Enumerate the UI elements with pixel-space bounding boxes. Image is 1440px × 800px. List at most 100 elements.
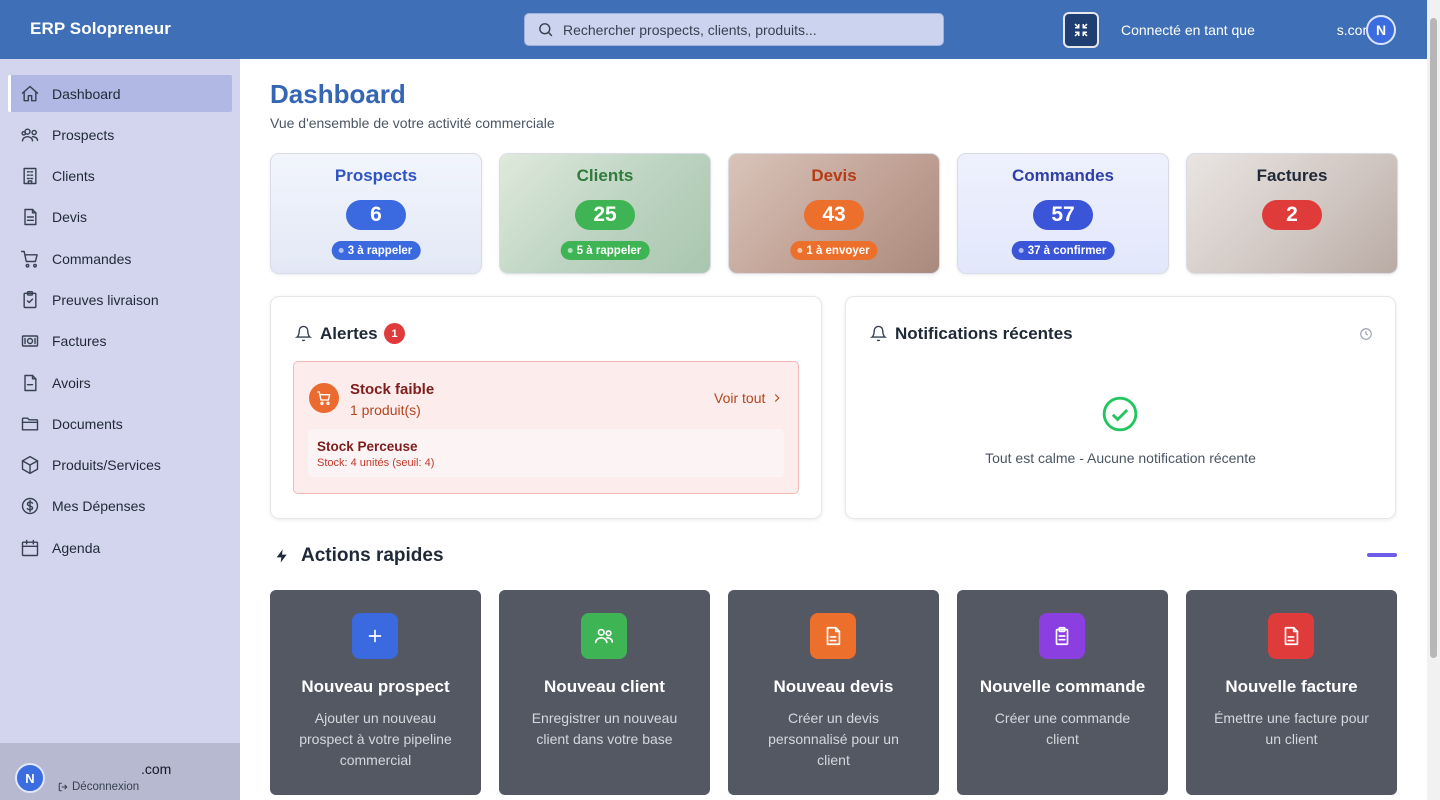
search-box[interactable] <box>524 13 944 46</box>
file-minus-icon <box>24 374 37 391</box>
sidebar: Dashboard Prospects Clients Devis Commandes P… <box>0 59 240 800</box>
search-icon <box>539 23 553 37</box>
sidebar-item-label: Mes Dépenses <box>52 498 146 515</box>
quick-actions-accent <box>1367 553 1397 557</box>
plus-icon <box>352 613 398 659</box>
stat-label: Commandes <box>1011 166 1115 185</box>
stat-label: Factures <box>1256 166 1328 185</box>
alerts-count-badge: 1 <box>384 323 405 344</box>
stat-card-commandes[interactable]: Commandes 57 37 à confirmer <box>957 153 1169 274</box>
alert-detail: Stock Perceuse Stock: 4 unités (seuil: 4… <box>308 429 784 477</box>
minimize-icon <box>1074 23 1088 37</box>
sidebar-item-label: Preuves livraison <box>52 291 159 308</box>
sidebar-item-label: Devis <box>52 209 88 226</box>
quick-action-description: Enregistrer un nouveau client dans votre… <box>531 710 678 747</box>
user-avatar[interactable]: N <box>1366 15 1396 45</box>
stat-count: 6 <box>346 200 406 230</box>
alerts-title: Alertes <box>320 324 378 343</box>
scrollbar-thumb[interactable] <box>1430 18 1437 658</box>
sidebar-email: .com <box>141 761 172 777</box>
quick-action-description: Émettre une facture pour un client <box>1214 710 1369 747</box>
sidebar-item-label: Clients <box>52 168 95 185</box>
stat-badge: 37 à confirmer <box>1011 241 1115 260</box>
stat-badge: 1 à envoyer <box>790 241 878 260</box>
quick-action-title: Nouvelle facture <box>1225 677 1358 696</box>
box-icon <box>21 456 39 475</box>
connected-as: Connecté en tant que s.com <box>1121 22 1374 38</box>
main-content: Dashboard Vue d'ensemble de votre activi… <box>240 59 1427 800</box>
sidebar-item-commandes[interactable]: Commandes <box>8 240 232 277</box>
quick-action-title: Nouveau client <box>544 677 665 696</box>
badge-dot <box>1018 248 1024 253</box>
cart-icon <box>309 383 339 413</box>
sidebar-item-documents[interactable]: Documents <box>8 405 232 442</box>
sidebar-item-preuves-livraison[interactable]: Preuves livraison <box>8 281 232 318</box>
see-all-link[interactable]: Voir tout <box>714 390 784 406</box>
sidebar-footer: N .com Déconnexion <box>0 743 240 800</box>
stat-card-clients[interactable]: Clients 25 5 à rappeler <box>499 153 711 274</box>
users-icon <box>581 613 627 659</box>
stat-label: Devis <box>811 166 857 185</box>
invoice-icon <box>1268 613 1314 659</box>
quick-action-title: Nouvelle commande <box>979 677 1146 696</box>
quick-action-nouveau-prospect[interactable]: Nouveau prospect Ajouter un nouveau prosp… <box>270 590 481 795</box>
sidebar-item-agenda[interactable]: Agenda <box>8 529 232 566</box>
see-all-label: Voir tout <box>714 390 766 406</box>
quick-action-nouveau-devis[interactable]: Nouveau devis Créer un devis personnalisé… <box>728 590 939 795</box>
quick-action-description: Créer une commande client <box>994 710 1131 747</box>
sidebar-item-label: Documents <box>52 415 123 432</box>
cart-icon <box>20 250 38 268</box>
quick-action-title: Nouveau devis <box>773 677 894 696</box>
bell-icon <box>870 325 887 342</box>
notifications-card: Notifications récentes Tout est calme - … <box>845 296 1396 519</box>
sidebar-item-clients[interactable]: Clients <box>8 158 232 195</box>
file-icon <box>810 613 856 659</box>
notifications-empty: Tout est calme - Aucune notification réc… <box>985 450 1256 466</box>
sidebar-item-devis[interactable]: Devis <box>8 199 232 236</box>
quick-action-nouvelle-facture[interactable]: Nouvelle facture Émettre une facture pour… <box>1186 590 1397 795</box>
sidebar-item-avoirs[interactable]: Avoirs <box>8 364 232 401</box>
stat-card-prospects[interactable]: Prospects 6 3 à rappeler <box>270 153 482 274</box>
quick-action-nouvelle-commande[interactable]: Nouvelle commande Créer une commande clie… <box>957 590 1168 795</box>
alert-subtitle: 1 produit(s) <box>350 402 421 418</box>
top-bar: ERP Solopreneur Connecté en tant que s.c… <box>0 0 1427 59</box>
stat-card-factures[interactable]: Factures 2 <box>1186 153 1398 274</box>
sidebar-item-mes-dépenses[interactable]: Mes Dépenses <box>8 488 232 525</box>
sidebar-item-prospects[interactable]: Prospects <box>8 116 232 153</box>
clipboard-check-icon <box>23 290 37 309</box>
file-icon <box>24 209 37 226</box>
sidebar-item-label: Agenda <box>52 539 101 556</box>
quick-action-nouveau-client[interactable]: Nouveau client Enregistrer un nouveau cli… <box>499 590 710 795</box>
alert-detail-subtitle: Stock: 4 unités (seuil: 4) <box>317 457 435 469</box>
sidebar-item-label: Avoirs <box>52 374 91 391</box>
sidebar-item-label: Dashboard <box>52 85 121 102</box>
quick-action-title: Nouveau prospect <box>301 677 450 696</box>
folder-icon <box>21 417 39 431</box>
calendar-icon <box>21 539 39 556</box>
sidebar-avatar: N <box>15 763 45 793</box>
stat-count: 57 <box>1033 200 1093 230</box>
clipboard-icon <box>1039 613 1085 659</box>
building-icon <box>23 167 37 185</box>
logout-button[interactable]: Déconnexion <box>58 781 139 793</box>
check-circle-icon <box>1102 396 1138 432</box>
sidebar-item-label: Prospects <box>52 126 115 143</box>
sidebar-item-dashboard[interactable]: Dashboard <box>8 75 232 112</box>
stat-count: 43 <box>804 200 864 230</box>
search-input[interactable] <box>563 21 923 38</box>
sidebar-item-label: Factures <box>52 333 107 350</box>
logout-label: Déconnexion <box>72 781 140 793</box>
page-title: Dashboard <box>270 79 406 109</box>
sidebar-item-factures[interactable]: Factures <box>8 323 232 360</box>
scrollbar[interactable] <box>1427 0 1440 800</box>
exit-fullscreen-button[interactable] <box>1063 12 1099 48</box>
stat-label: Prospects <box>334 166 418 185</box>
alerts-card: Alertes 1 Stock faible 1 produit(s) Voir… <box>270 296 822 519</box>
redacted-email <box>1259 25 1337 37</box>
sidebar-nav: Dashboard Prospects Clients Devis Commandes P… <box>8 75 232 571</box>
sidebar-item-produits-services[interactable]: Produits/Services <box>8 447 232 484</box>
chevron-right-icon <box>775 394 780 402</box>
stat-badge: 3 à rappeler <box>331 241 421 260</box>
stat-card-devis[interactable]: Devis 43 1 à envoyer <box>728 153 940 274</box>
clock-icon[interactable] <box>1359 327 1373 341</box>
